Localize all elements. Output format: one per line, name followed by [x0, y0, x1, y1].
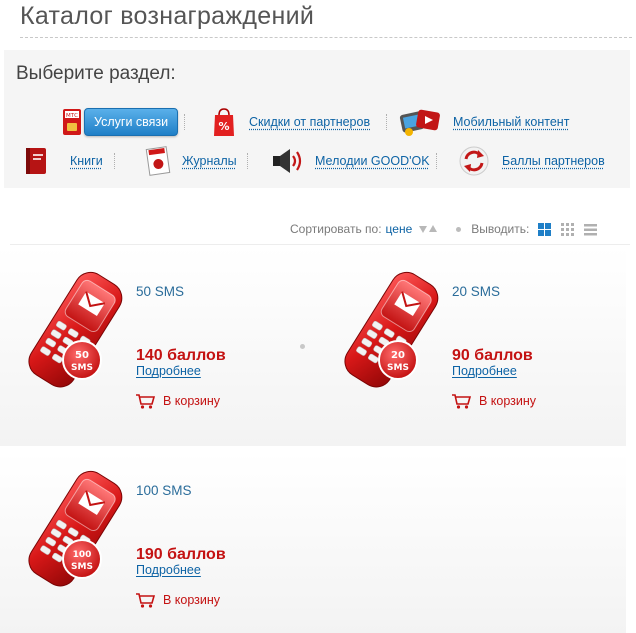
sort-label: Сортировать по:: [290, 222, 382, 236]
category-divider: [247, 153, 248, 169]
product-name[interactable]: 100 SMS: [136, 483, 192, 498]
cart-icon: [136, 593, 155, 608]
category-label: Книги: [70, 154, 103, 168]
category-services[interactable]: МТС Услуги связи: [62, 107, 179, 137]
details-link[interactable]: Подробнее: [136, 364, 201, 378]
add-to-cart-label: В корзину: [163, 593, 221, 607]
category-mobile-content[interactable]: Мобильный контент: [399, 107, 569, 137]
phone-sms-image[interactable]: 20 SMS: [336, 266, 444, 394]
sort-direction-icon[interactable]: [418, 223, 438, 235]
details-link[interactable]: Подробнее: [452, 364, 517, 378]
svg-text:SMS: SMS: [71, 363, 93, 373]
details-link[interactable]: Подробнее: [136, 563, 201, 577]
phone-sms-image[interactable]: 50 SMS: [20, 266, 128, 394]
phone-sms-image[interactable]: 100 SMS: [20, 465, 128, 593]
svg-text:20: 20: [391, 350, 405, 361]
svg-text:50: 50: [75, 350, 89, 361]
list-view-icon[interactable]: [584, 223, 598, 236]
category-label: Баллы партнеров: [502, 154, 605, 168]
product-price: 190 баллов: [136, 546, 226, 563]
add-to-cart-button[interactable]: В корзину: [451, 393, 536, 409]
svg-text:SMS: SMS: [387, 363, 409, 373]
sort-by-price-link[interactable]: цене: [386, 222, 413, 236]
add-to-cart-label: В корзину: [479, 394, 537, 408]
product-card: 20 SMS 20 SMS 90 баллов Подробнее В корз…: [336, 266, 616, 426]
mobile-content-icon: [399, 107, 441, 137]
product-price: 140 баллов: [136, 347, 226, 364]
category-divider: [184, 114, 185, 130]
category-magazines[interactable]: Журналы: [144, 146, 237, 176]
cart-icon: [452, 394, 471, 409]
category-label: Мобильный контент: [453, 115, 570, 129]
sort-divider: [10, 244, 630, 245]
book-icon: [24, 147, 48, 175]
product-name[interactable]: 50 SMS: [136, 284, 184, 299]
product-card: 100 SMS 100 SMS 190 баллов Подробнее В к…: [20, 465, 300, 625]
category-label: Скидки от партнеров: [249, 115, 371, 129]
add-to-cart-button[interactable]: В корзину: [135, 592, 220, 608]
section-heading: Выберите раздел:: [16, 63, 176, 84]
category-partner-points[interactable]: Баллы партнеров: [459, 146, 605, 176]
add-to-cart-label: В корзину: [163, 394, 221, 408]
svg-text:100: 100: [73, 550, 92, 560]
svg-text:МТС: МТС: [66, 113, 78, 119]
mts-sim-icon: МТС: [62, 108, 82, 136]
category-divider: [114, 153, 115, 169]
view-label: Выводить:: [471, 222, 530, 236]
services-button[interactable]: Услуги связи: [84, 108, 179, 136]
page-title: Каталог вознаграждений: [20, 2, 315, 30]
category-divider: [386, 114, 387, 130]
category-ringtones[interactable]: Мелодии GOOD'OK: [270, 146, 430, 176]
magazine-icon: [144, 146, 172, 176]
title-divider: [20, 37, 632, 38]
separator-dot: [456, 226, 462, 232]
separator-dot: [300, 344, 305, 349]
category-label: Журналы: [182, 154, 237, 168]
sort-bar: Сортировать по: цене Выводить:: [290, 220, 598, 238]
product-card: 50 SMS 50 SMS 140 баллов Подробнее В кор…: [20, 266, 300, 426]
small-grid-view-icon[interactable]: [561, 222, 575, 236]
product-name[interactable]: 20 SMS: [452, 284, 500, 299]
svg-text:%: %: [218, 120, 229, 133]
speaker-icon: [270, 147, 304, 175]
category-divider: [436, 153, 437, 169]
product-price: 90 баллов: [452, 347, 533, 364]
add-to-cart-button[interactable]: В корзину: [135, 393, 220, 409]
category-partner-discounts[interactable]: % Скидки от партнеров: [213, 107, 370, 137]
grid-view-icon[interactable]: [538, 222, 552, 236]
svg-text:SMS: SMS: [71, 562, 93, 572]
exchange-arrows-icon: [459, 146, 489, 176]
cart-icon: [136, 394, 155, 409]
category-label: Мелодии GOOD'OK: [315, 154, 430, 168]
discount-bag-icon: %: [213, 107, 235, 137]
category-books[interactable]: Книги: [24, 146, 103, 176]
